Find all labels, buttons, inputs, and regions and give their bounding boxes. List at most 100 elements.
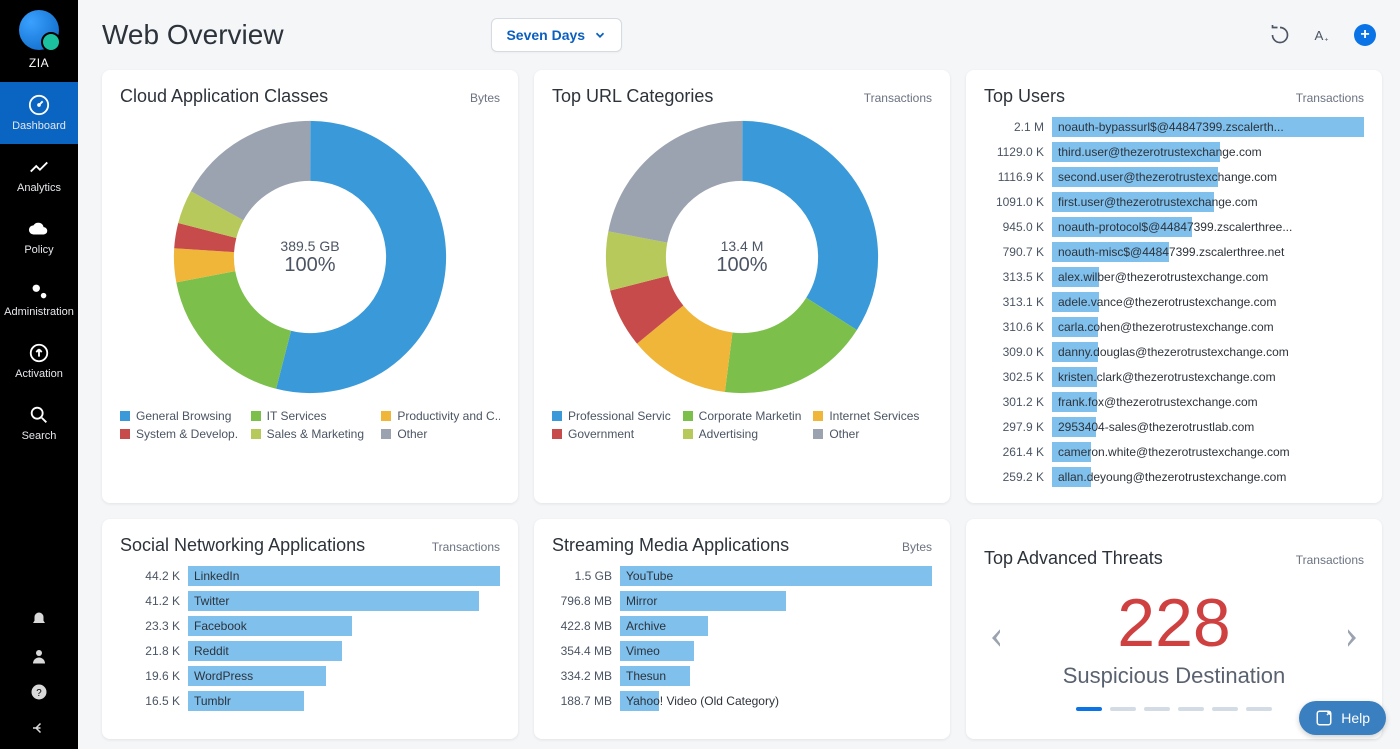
bar-row[interactable]: 44.2 K LinkedIn	[120, 566, 500, 586]
bar-row[interactable]: 21.8 K Reddit	[120, 641, 500, 661]
bar-value: 261.4 K	[984, 445, 1044, 459]
bar-list-social: 44.2 K LinkedIn 41.2 K Twitter 23.3 K Face…	[120, 566, 500, 711]
chevron-left-icon[interactable]	[984, 619, 1008, 659]
bar-row[interactable]: 41.2 K Twitter	[120, 591, 500, 611]
topbar: Web Overview Seven Days A+ +	[78, 0, 1400, 62]
undo-icon[interactable]	[1270, 25, 1290, 45]
legend-item[interactable]: Other	[381, 427, 500, 441]
bell-icon[interactable]	[30, 611, 48, 629]
threat-label: Suspicious Destination	[1063, 663, 1286, 689]
brand-block: ZIA	[19, 10, 59, 70]
bar-row[interactable]: 259.2 K allan.deyoung@thezerotrustexchan…	[984, 467, 1364, 487]
donut-value: 13.4 M	[721, 238, 764, 254]
bar-row[interactable]: 23.3 K Facebook	[120, 616, 500, 636]
bar-row[interactable]: 945.0 K noauth-protocol$@44847399.zscale…	[984, 217, 1364, 237]
bar-label: first.user@thezerotrustexchange.com	[1058, 192, 1258, 212]
chevron-down-icon	[593, 28, 607, 42]
bar-row[interactable]: 354.4 MB Vimeo	[552, 641, 932, 661]
bar-row[interactable]: 1091.0 K first.user@thezerotrustexchange…	[984, 192, 1364, 212]
user-icon[interactable]	[30, 647, 48, 665]
bar-row[interactable]: 1129.0 K third.user@thezerotrustexchange…	[984, 142, 1364, 162]
bar-row[interactable]: 790.7 K noauth-misc$@44847399.zscalerthr…	[984, 242, 1364, 262]
sidebar-item-analytics[interactable]: Analytics	[0, 144, 78, 206]
card-title: Social Networking Applications	[120, 535, 365, 556]
sidebar-item-label: Dashboard	[12, 120, 66, 132]
sidebar-item-search[interactable]: Search	[0, 392, 78, 454]
bar-label: Thesun	[626, 666, 666, 686]
svg-text:A: A	[1315, 28, 1324, 43]
bar-row[interactable]: 313.5 K alex.wilber@thezerotrustexchange…	[984, 267, 1364, 287]
bar-row[interactable]: 1116.9 K second.user@thezerotrustexchang…	[984, 167, 1364, 187]
bar-list-users: 2.1 M noauth-bypassurl$@44847399.zscaler…	[984, 117, 1364, 487]
bar-value: 310.6 K	[984, 320, 1044, 334]
bar-label: YouTube	[626, 566, 673, 586]
bar-row[interactable]: 309.0 K danny.douglas@thezerotrustexchan…	[984, 342, 1364, 362]
bar-label: second.user@thezerotrustexchange.com	[1058, 167, 1277, 187]
bar-label: LinkedIn	[194, 566, 239, 586]
bar-label: noauth-bypassurl$@44847399.zscalerth...	[1058, 117, 1284, 137]
collapse-icon[interactable]	[30, 719, 48, 737]
card-metric: Transactions	[432, 540, 500, 554]
bar-row[interactable]: 261.4 K cameron.white@thezerotrustexchan…	[984, 442, 1364, 462]
legend-url-cats: Professional Services Corporate Marketing…	[552, 409, 932, 441]
bar-row[interactable]: 1.5 GB YouTube	[552, 566, 932, 586]
bar-row[interactable]: 19.6 K WordPress	[120, 666, 500, 686]
legend-item[interactable]: Advertising	[683, 427, 802, 441]
chevron-right-icon[interactable]	[1340, 619, 1364, 659]
sidebar: ZIA Dashboard Analytics Policy Administr…	[0, 0, 78, 749]
legend-item[interactable]: Corporate Marketing	[683, 409, 802, 423]
bar-label: carla.cohen@thezerotrustexchange.com	[1058, 317, 1274, 337]
legend-item[interactable]: Internet Services	[813, 409, 932, 423]
card-grid: Cloud Application Classes Bytes 389.5 GB…	[78, 62, 1400, 749]
sidebar-item-administration[interactable]: Administration	[0, 268, 78, 330]
bar-row[interactable]: 302.5 K kristen.clark@thezerotrustexchan…	[984, 367, 1364, 387]
bar-value: 1091.0 K	[984, 195, 1044, 209]
donut-pct: 100%	[284, 254, 335, 277]
donut-value: 389.5 GB	[280, 238, 339, 254]
bar-row[interactable]: 16.5 K Tumblr	[120, 691, 500, 711]
bar-label: adele.vance@thezerotrustexchange.com	[1058, 292, 1276, 312]
help-icon[interactable]: ?	[30, 683, 48, 701]
card-social-networking: Social Networking Applications Transacti…	[102, 519, 518, 739]
legend-item[interactable]: System & Develop...	[120, 427, 239, 441]
card-metric: Transactions	[864, 91, 932, 105]
bar-row[interactable]: 796.8 MB Mirror	[552, 591, 932, 611]
bar-row[interactable]: 310.6 K carla.cohen@thezerotrustexchange…	[984, 317, 1364, 337]
donut-cloud-apps[interactable]: 389.5 GB 100%	[170, 117, 450, 397]
bar-value: 422.8 MB	[552, 619, 612, 633]
legend-item[interactable]: Productivity and C...	[381, 409, 500, 423]
bar-value: 1129.0 K	[984, 145, 1044, 159]
bar-value: 302.5 K	[984, 370, 1044, 384]
bar-row[interactable]: 188.7 MB Yahoo! Video (Old Category)	[552, 691, 932, 711]
bar-label: Vimeo	[626, 641, 660, 661]
brand-label: ZIA	[29, 56, 49, 70]
donut-url-cats[interactable]: 13.4 M 100%	[602, 117, 882, 397]
sidebar-item-dashboard[interactable]: Dashboard	[0, 82, 78, 144]
bar-value: 297.9 K	[984, 420, 1044, 434]
bar-row[interactable]: 301.2 K frank.fox@thezerotrustexchange.c…	[984, 392, 1364, 412]
bar-row[interactable]: 313.1 K adele.vance@thezerotrustexchange…	[984, 292, 1364, 312]
bar-label: Yahoo! Video (Old Category)	[626, 691, 779, 711]
bar-row[interactable]: 2.1 M noauth-bypassurl$@44847399.zscaler…	[984, 117, 1364, 137]
legend-item[interactable]: Sales & Marketing	[251, 427, 370, 441]
carousel-dots[interactable]	[1076, 707, 1272, 711]
sidebar-item-policy[interactable]: Policy	[0, 206, 78, 268]
add-button[interactable]: +	[1354, 24, 1376, 46]
legend-item[interactable]: Government	[552, 427, 671, 441]
sidebar-item-activation[interactable]: Activation	[0, 330, 78, 392]
legend-item[interactable]: Other	[813, 427, 932, 441]
legend-item[interactable]: Professional Services	[552, 409, 671, 423]
card-title: Cloud Application Classes	[120, 86, 328, 107]
card-title: Streaming Media Applications	[552, 535, 789, 556]
legend-item[interactable]: General Browsing	[120, 409, 239, 423]
bar-row[interactable]: 422.8 MB Archive	[552, 616, 932, 636]
legend-item[interactable]: IT Services	[251, 409, 370, 423]
cloud-icon	[28, 218, 50, 240]
bar-row[interactable]: 297.9 K 2953404-sales@thezerotrustlab.co…	[984, 417, 1364, 437]
bar-label: kristen.clark@thezerotrustexchange.com	[1058, 367, 1276, 387]
font-size-icon[interactable]: A+	[1312, 25, 1332, 45]
bar-row[interactable]: 334.2 MB Thesun	[552, 666, 932, 686]
bar-value: 41.2 K	[120, 594, 180, 608]
date-range-dropdown[interactable]: Seven Days	[491, 18, 622, 52]
help-button[interactable]: Help	[1299, 701, 1386, 735]
